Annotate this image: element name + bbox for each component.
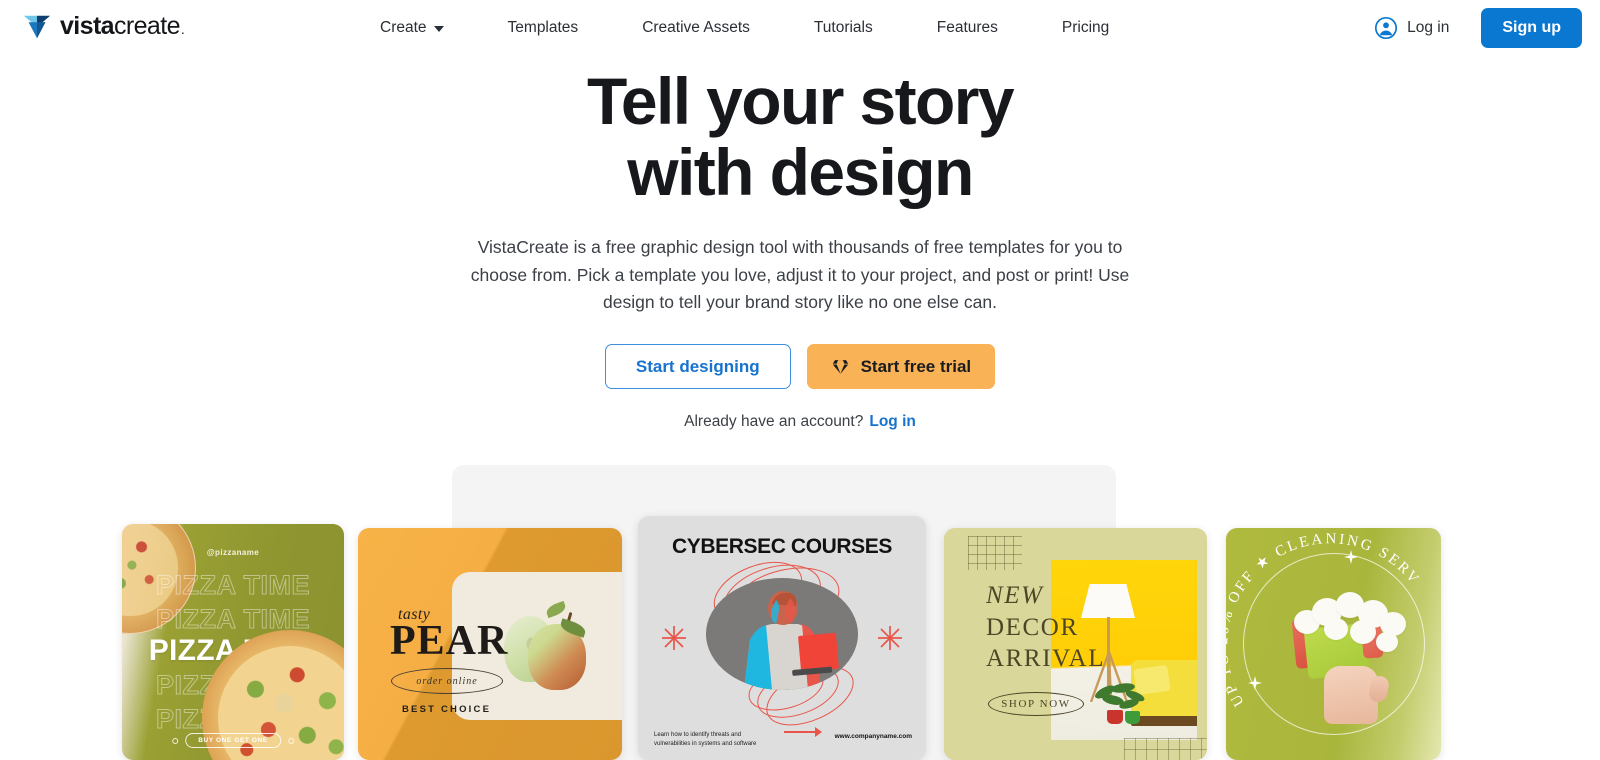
decor-title: NEW DECOR ARRIVAL xyxy=(986,580,1105,675)
cleaning-hand xyxy=(1324,666,1378,724)
decor-title-line-2: DECOR xyxy=(986,613,1079,641)
sparkle-icon xyxy=(1344,550,1358,564)
pear-photo xyxy=(504,600,588,696)
nav-item-tutorials[interactable]: Tutorials xyxy=(782,0,905,56)
decor-pot-green xyxy=(1125,711,1140,724)
asterisk-icon xyxy=(878,626,902,650)
pear-leaf xyxy=(544,600,568,619)
pear-tagline: BEST CHOICE xyxy=(402,704,492,715)
nav-label: Templates xyxy=(507,19,579,36)
nav-label: Pricing xyxy=(1061,19,1110,36)
logo-word-bold: vista xyxy=(60,11,115,40)
pizza-handle-text: @pizzaname xyxy=(206,548,260,557)
nav-label: Features xyxy=(936,19,998,36)
signup-button[interactable]: Sign up xyxy=(1481,8,1582,48)
nav-label: Tutorials xyxy=(813,19,873,36)
arrow-right-icon xyxy=(784,727,822,737)
nav-item-creative-assets[interactable]: Creative Assets xyxy=(610,0,782,56)
pizza-ghost-text: PIZZA TIME xyxy=(156,570,311,600)
cybersec-body-text: Learn how to identify threats and vulner… xyxy=(654,731,757,748)
pizza-offer-badge: BUY ONE GET ONE xyxy=(172,733,294,748)
logo-word-light: create xyxy=(113,11,180,40)
template-card-cleaning-service[interactable]: UP TO 20% OFF ★ CLEANING SERVICE xyxy=(1226,528,1441,760)
pizza-badge-label: BUY ONE GET ONE xyxy=(185,733,281,748)
site-header: vista create. Create Templates Creative A… xyxy=(0,0,1600,56)
badge-dot-right xyxy=(287,737,294,744)
user-circle-icon xyxy=(1374,16,1398,40)
nav-item-create[interactable]: Create xyxy=(370,0,476,56)
sparkle-icon xyxy=(1248,676,1262,690)
decor-shop-now-oval: SHOP NOW xyxy=(988,692,1084,716)
login-link[interactable]: Log in xyxy=(1374,16,1449,40)
nav-item-templates[interactable]: Templates xyxy=(476,0,611,56)
cleaning-sponge xyxy=(1288,592,1414,724)
template-card-new-decor-arrival[interactable]: NEW DECOR ARRIVAL SHOP NOW xyxy=(944,528,1207,760)
pizza-ghost-text: PIZZA TIME xyxy=(156,604,311,634)
decor-pot-red xyxy=(1107,710,1123,724)
chevron-down-icon xyxy=(433,26,444,32)
nav-label: Creative Assets xyxy=(642,19,750,36)
nav-item-pricing[interactable]: Pricing xyxy=(1030,0,1141,56)
vistacreate-v-logo-icon xyxy=(22,11,52,41)
nav-label: Create xyxy=(380,19,427,36)
sponge-foam xyxy=(1288,592,1414,654)
pear-title: PEAR xyxy=(390,618,509,664)
nav-item-features[interactable]: Features xyxy=(905,0,1030,56)
badge-dot-left xyxy=(172,737,179,744)
cybersec-url: www.companyname.com xyxy=(834,733,912,740)
template-gallery: @pizzaname PIZZA TIME PIZZA TIME PIZZA T… xyxy=(0,0,1600,760)
asterisk-icon xyxy=(662,626,686,650)
decor-grid-decoration-bottom xyxy=(1124,738,1207,760)
logo[interactable]: vista create. xyxy=(22,11,185,41)
logo-wordmark: vista create. xyxy=(60,11,185,40)
template-card-cybersec-courses[interactable]: CYBERSEC COURSES Learn how to identify t… xyxy=(638,516,926,760)
template-card-tasty-pear[interactable]: tasty PEAR order online BEST CHOICE xyxy=(358,528,622,760)
main-navigation: Create Templates Creative Assets Tutoria… xyxy=(370,0,1141,56)
template-card-pizza-time[interactable]: @pizzaname PIZZA TIME PIZZA TIME PIZZA T… xyxy=(122,524,344,760)
logo-word-dot: . xyxy=(180,20,185,37)
decor-plant xyxy=(1093,678,1145,724)
header-actions: Log in Sign up xyxy=(1374,0,1582,56)
decor-title-line-3: ARRIVAL xyxy=(986,645,1106,672)
pear-order-oval: order online xyxy=(391,668,503,694)
decor-title-line-1: NEW xyxy=(986,582,1044,609)
cybersec-photo xyxy=(706,578,858,690)
login-label: Log in xyxy=(1407,19,1450,36)
decor-grid-decoration xyxy=(968,536,1022,570)
cybersec-person-illustration xyxy=(706,578,858,690)
